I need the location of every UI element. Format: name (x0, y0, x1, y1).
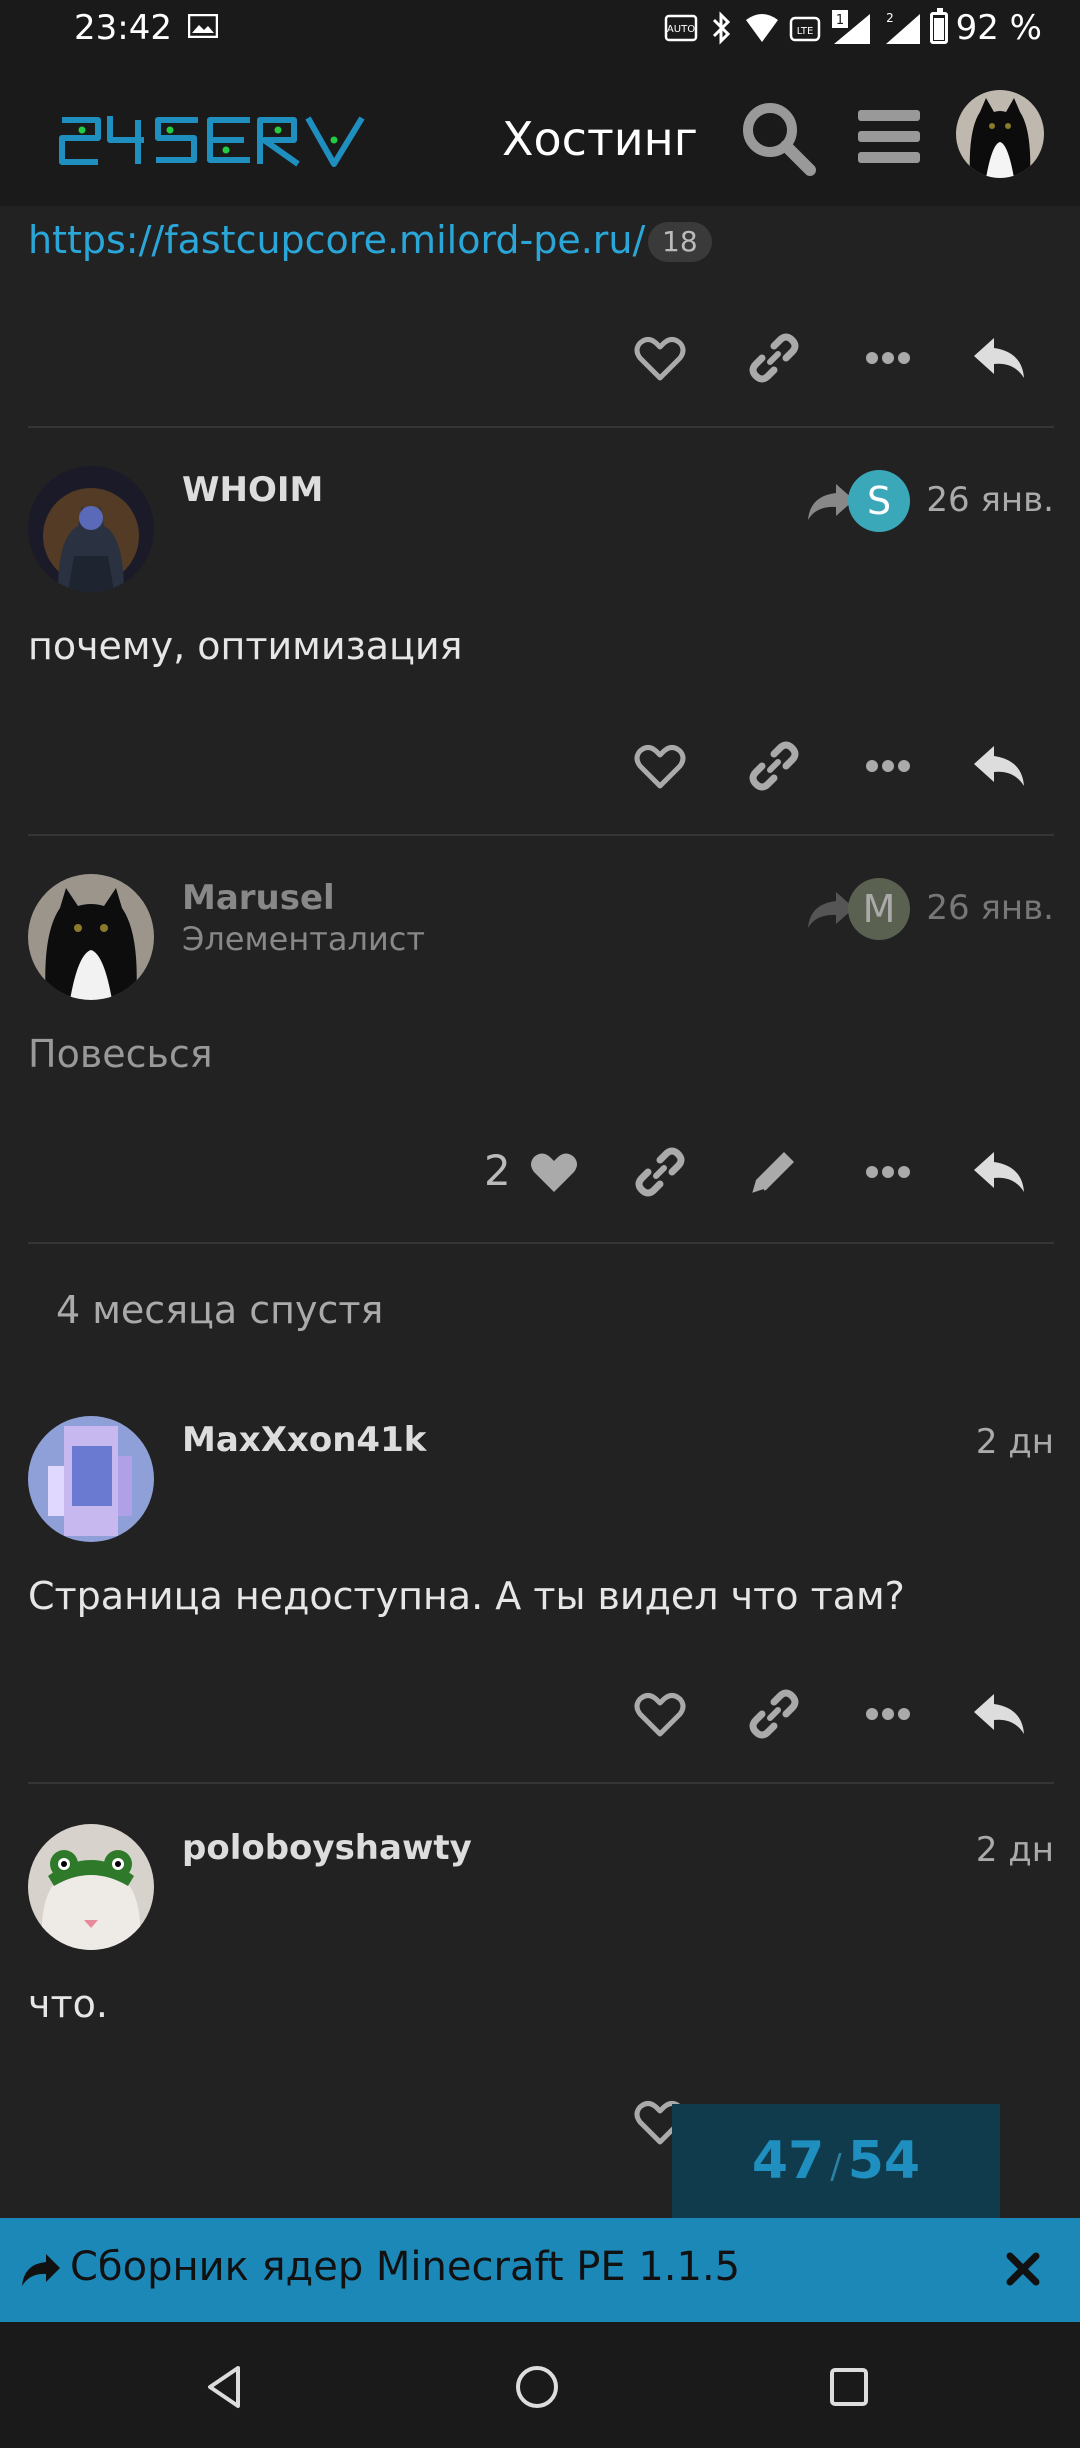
topic-progress[interactable]: 47/54 (672, 2104, 1000, 2218)
username[interactable]: Marusel (182, 878, 335, 918)
post-divider (28, 426, 1054, 428)
post-actions (630, 1684, 1030, 1744)
post-divider (28, 1242, 1054, 1244)
share-link-icon[interactable] (630, 1142, 690, 1202)
more-icon[interactable] (858, 328, 918, 388)
share-icon (22, 2254, 60, 2286)
close-icon[interactable] (1002, 2248, 1044, 2290)
post-text: Повесься (28, 1032, 213, 1076)
link-click-count: 18 (648, 222, 712, 262)
svg-text:1: 1 (835, 13, 843, 28)
home-icon[interactable] (512, 2362, 562, 2412)
avatar[interactable] (28, 466, 154, 592)
reply-to-avatar[interactable]: M (848, 878, 910, 940)
topic-banner[interactable]: Сборник ядер Minecraft PE 1.1.5 (0, 2218, 1080, 2322)
back-icon[interactable] (200, 2362, 250, 2412)
username[interactable]: poloboyshawty (182, 1828, 472, 1868)
bluetooth-icon (712, 11, 730, 45)
more-icon[interactable] (858, 736, 918, 796)
avatar[interactable] (28, 874, 154, 1000)
svg-text:2: 2 (886, 11, 894, 25)
gallery-notification-icon (188, 14, 218, 38)
search-icon[interactable] (738, 98, 818, 178)
post-date[interactable]: 26 янв. (926, 888, 1054, 928)
site-logo[interactable] (58, 110, 378, 170)
user-title: Элементалист (182, 920, 425, 958)
post-text: что. (28, 1982, 108, 2026)
post-link[interactable]: https://fastcupcore.milord-pe.ru/ (28, 218, 645, 262)
post-text: Страница недоступна. А ты видел что там? (28, 1574, 905, 1618)
edit-icon[interactable] (744, 1142, 804, 1202)
svg-text:LTE: LTE (796, 26, 813, 37)
reply-icon[interactable] (970, 736, 1030, 796)
more-icon[interactable] (858, 1142, 918, 1202)
post-date[interactable]: 2 дн (976, 1830, 1054, 1870)
banner-topic-title[interactable]: Сборник ядер Minecraft PE 1.1.5 (70, 2244, 740, 2290)
wifi-icon (745, 14, 778, 42)
share-link-icon[interactable] (744, 736, 804, 796)
liked-heart-icon[interactable] (524, 1142, 584, 1202)
recents-icon[interactable] (824, 2362, 874, 2412)
reply-icon[interactable] (970, 1142, 1030, 1202)
reply-to-avatar[interactable]: S (848, 470, 910, 532)
progress-total: 54 (847, 2131, 921, 2191)
status-bar: 23:42 AUTO LTE 1 2 92 % (0, 0, 1080, 62)
more-icon[interactable] (858, 1684, 918, 1744)
battery-icon (929, 8, 948, 44)
post-date[interactable]: 26 янв. (926, 480, 1054, 520)
like-count[interactable]: 2 (484, 1146, 511, 1195)
username[interactable]: WHOIM (182, 470, 323, 510)
avatar[interactable] (28, 1824, 154, 1950)
like-icon[interactable] (630, 736, 690, 796)
progress-current: 47 (751, 2131, 825, 2191)
battery-percent: 92 % (955, 8, 1042, 48)
post-actions: 2 (480, 1142, 1040, 1202)
share-link-icon[interactable] (744, 1684, 804, 1744)
current-user-avatar[interactable] (956, 90, 1044, 178)
post-divider (28, 834, 1054, 836)
site-header: Хостинг (0, 62, 1080, 206)
post-divider (28, 1782, 1054, 1784)
system-nav-bar (0, 2322, 1080, 2448)
signal-sim2-icon: 2 (885, 11, 920, 44)
post-actions (630, 736, 1030, 796)
header-title[interactable]: Хостинг (502, 112, 698, 166)
avatar[interactable] (28, 1416, 154, 1542)
post-text: почему, оптимизация (28, 624, 463, 668)
reply-icon[interactable] (970, 1684, 1030, 1744)
svg-text:AUTO: AUTO (667, 24, 695, 35)
post-actions (630, 328, 1030, 388)
status-time: 23:42 (74, 8, 172, 48)
auto-hz-icon: AUTO (664, 14, 697, 42)
username[interactable]: MaxXxon41k (182, 1420, 426, 1460)
time-gap-label: 4 месяца спустя (56, 1288, 384, 1332)
progress-separator: / (830, 2147, 842, 2187)
post-date[interactable]: 2 дн (976, 1422, 1054, 1462)
share-link-icon[interactable] (744, 328, 804, 388)
reply-icon[interactable] (970, 328, 1030, 388)
like-icon[interactable] (630, 328, 690, 388)
like-icon[interactable] (630, 1684, 690, 1744)
signal-sim1-icon: 1 (831, 10, 870, 44)
hamburger-menu-icon[interactable] (856, 104, 922, 170)
volte-icon: LTE (789, 16, 820, 42)
